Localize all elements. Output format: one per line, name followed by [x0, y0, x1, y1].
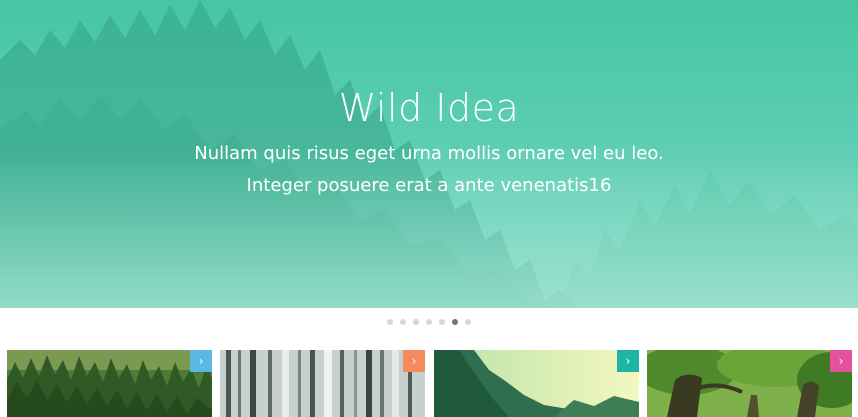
- card-3-chevron-right-icon[interactable]: ›: [617, 350, 639, 372]
- slider-dot-6[interactable]: [452, 319, 458, 325]
- hero-title: Wild Idea: [338, 86, 520, 130]
- card-1-chevron-right-icon[interactable]: ›: [190, 350, 212, 372]
- slider-dot-7[interactable]: [465, 319, 471, 325]
- card-valley-forest[interactable]: ›: [434, 350, 639, 417]
- card-2-chevron-right-icon[interactable]: ›: [403, 350, 425, 372]
- card-image-forest-pines: [7, 350, 212, 417]
- hero-subtitle-line1: Nullam quis risus eget urna mollis ornar…: [194, 143, 664, 164]
- hero-banner: Wild Idea Nullam quis risus eget urna mo…: [0, 0, 858, 308]
- slider-dot-4[interactable]: [426, 319, 432, 325]
- card-image-oak-trees: [647, 350, 852, 417]
- card-forest-pines[interactable]: ›: [7, 350, 212, 417]
- card-image-birch-trees: [220, 350, 425, 417]
- card-oak-trees[interactable]: ›: [647, 350, 852, 417]
- slider-dot-5[interactable]: [439, 319, 445, 325]
- card-birch-trees[interactable]: ›: [220, 350, 425, 417]
- card-image-valley-forest: [434, 350, 639, 417]
- slider-dot-3[interactable]: [413, 319, 419, 325]
- hero-subtitle-line2: Integer posuere erat a ante venenatis16: [246, 175, 612, 196]
- slider-dot-2[interactable]: [400, 319, 406, 325]
- slider-pagination: [0, 318, 858, 326]
- card-4-chevron-right-icon[interactable]: ›: [830, 350, 852, 372]
- slider-dot-1[interactable]: [387, 319, 393, 325]
